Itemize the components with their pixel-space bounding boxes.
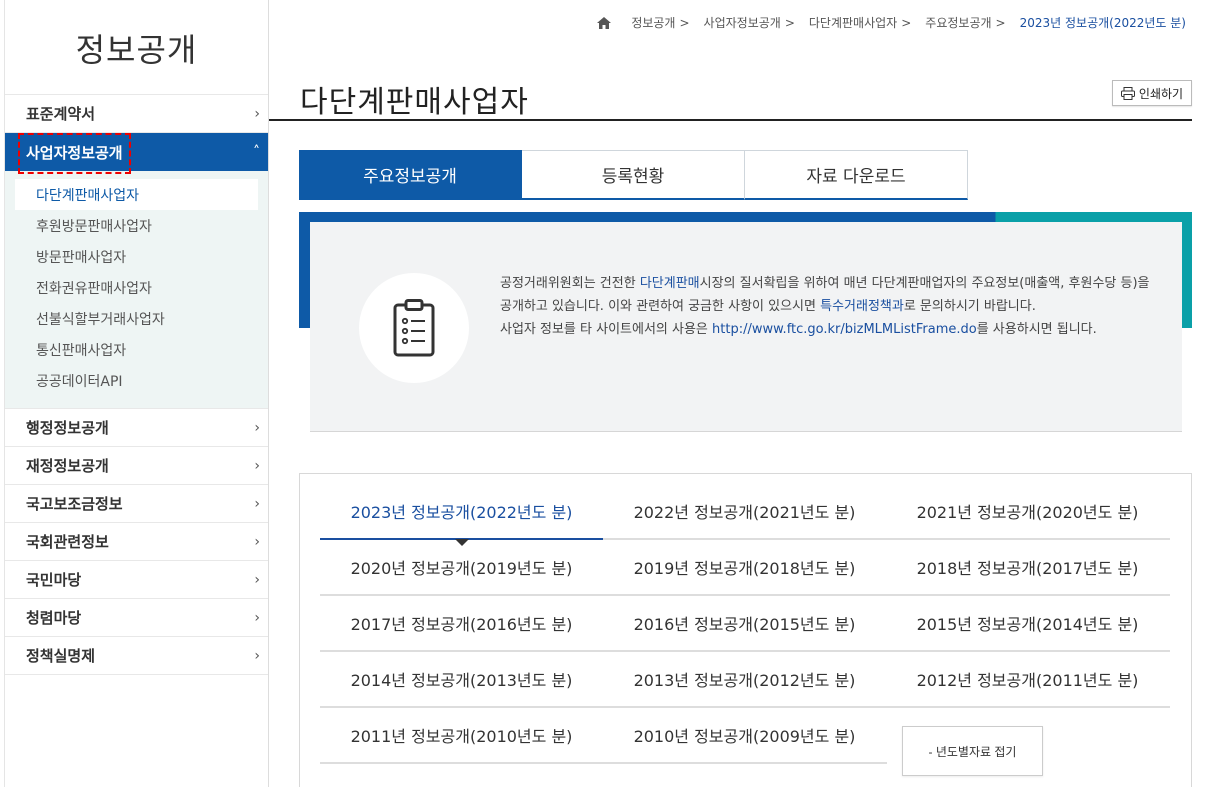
chevron-right-icon: › [254, 105, 260, 122]
chevron-right-icon: › [254, 419, 260, 436]
submenu-item-prepaid-installment[interactable]: 선불식할부거래사업자 [15, 303, 258, 334]
breadcrumb-current: 2023년 정보공개(2022년도 분) [1019, 16, 1186, 30]
year-panel: 2023년 정보공개(2022년도 분) 2022년 정보공개(2021년도 분… [299, 473, 1192, 787]
year-row: 2017년 정보공개(2016년도 분) 2016년 정보공개(2015년도 분… [320, 596, 1170, 652]
year-item-2022[interactable]: 2022년 정보공개(2021년도 분) [603, 484, 886, 538]
print-button[interactable]: 인쇄하기 [1112, 80, 1192, 106]
year-item-2014[interactable]: 2014년 정보공개(2013년도 분) [320, 652, 603, 706]
chevron-right-icon: › [254, 533, 260, 550]
home-icon[interactable] [597, 16, 612, 29]
print-label: 인쇄하기 [1138, 86, 1184, 101]
page-title: 다단계판매사업자 [300, 85, 529, 120]
year-row: 2020년 정보공개(2019년도 분) 2019년 정보공개(2018년도 분… [320, 540, 1170, 596]
year-item-2016[interactable]: 2016년 정보공개(2015년도 분) [603, 596, 886, 650]
submenu-item-telemarketing[interactable]: 전화권유판매사업자 [15, 272, 258, 303]
sidebar-item-standard-contract[interactable]: 표준계약서 › [5, 95, 268, 133]
info-box: 공정거래위원회는 건전한 다단계판매시장의 질서확립을 위하여 매년 다단계판매… [310, 222, 1182, 432]
sidebar-item-business-info[interactable]: 사업자정보공개 ˄ [5, 132, 268, 174]
sidebar-item-assembly-info[interactable]: 국회관련정보 › [5, 523, 268, 561]
clipboard-icon [393, 299, 435, 357]
chevron-right-icon: › [254, 495, 260, 512]
year-item-2020[interactable]: 2020년 정보공개(2019년도 분) [320, 540, 603, 594]
chevron-right-icon: › [254, 609, 260, 626]
year-item-2010[interactable]: 2010년 정보공개(2009년도 분) [603, 708, 886, 762]
sidebar-item-admin-info[interactable]: 행정정보공개 › [5, 409, 268, 447]
info-paragraph-1: 공정거래위원회는 건전한 다단계판매시장의 질서확립을 위하여 매년 다단계판매… [500, 276, 1150, 314]
sidebar-item-subsidy-info[interactable]: 국고보조금정보 › [5, 485, 268, 523]
special-trade-dept-link[interactable]: 특수거래정책과 [820, 299, 904, 314]
sidebar-item-label: 국민마당 [26, 571, 82, 589]
submenu-item-mail-order[interactable]: 통신판매사업자 [15, 334, 258, 365]
printer-icon [1120, 86, 1135, 100]
sidebar: 정보공개 표준계약서 › 사업자정보공개 ˄ 다단계판매사업자 후원방문판매사업… [4, 0, 269, 787]
sidebar-item-label: 재정정보공개 [26, 457, 109, 475]
year-item-2021[interactable]: 2021년 정보공개(2020년도 분) [886, 484, 1169, 538]
year-item-2019[interactable]: 2019년 정보공개(2018년도 분) [603, 540, 886, 594]
sidebar-submenu: 다단계판매사업자 후원방문판매사업자 방문판매사업자 전화권유판매사업자 선불식… [5, 171, 268, 409]
breadcrumb-item[interactable]: 정보공개 > [631, 14, 689, 31]
sidebar-item-finance-info[interactable]: 재정정보공개 › [5, 447, 268, 485]
submenu-item-public-data-api[interactable]: 공공데이터API [15, 365, 258, 396]
chevron-right-icon: › [254, 457, 260, 474]
sidebar-item-label: 정책실명제 [26, 647, 96, 665]
tab-data-download[interactable]: 자료 다운로드 [745, 150, 968, 200]
year-item-2018[interactable]: 2018년 정보공개(2017년도 분) [886, 540, 1169, 594]
year-item-2013[interactable]: 2013년 정보공개(2012년도 분) [603, 652, 886, 706]
fold-years-button[interactable]: - 년도별자료 접기 [902, 726, 1043, 776]
sidebar-item-label: 표준계약서 [26, 105, 96, 123]
submenu-item-door-to-door[interactable]: 방문판매사업자 [15, 241, 258, 272]
info-icon-circle [359, 273, 469, 383]
tab-registration-status[interactable]: 등록현황 [522, 150, 745, 200]
breadcrumb-item[interactable]: 사업자정보공개 > [704, 14, 795, 31]
ftc-url-link[interactable]: http://www.ftc.go.kr/bizMLMListFrame.do [712, 322, 977, 337]
tab-main-info[interactable]: 주요정보공개 [299, 150, 522, 200]
year-item-2011[interactable]: 2011년 정보공개(2010년도 분) [320, 708, 603, 762]
year-row: 2014년 정보공개(2013년도 분) 2013년 정보공개(2012년도 분… [320, 652, 1170, 708]
chevron-right-icon: › [254, 571, 260, 588]
sidebar-item-label: 국고보조금정보 [26, 495, 123, 513]
mlm-link[interactable]: 다단계판매 [640, 276, 700, 291]
breadcrumb: 정보공개 > 사업자정보공개 > 다단계판매사업자 > 주요정보공개 > 2023년 정… [597, 14, 1186, 31]
info-text: 공정거래위원회는 건전한 다단계판매시장의 질서확립을 위하여 매년 다단계판매… [500, 272, 1160, 341]
chevron-right-icon: › [254, 647, 260, 664]
content-tabs: 주요정보공개 등록현황 자료 다운로드 [299, 150, 968, 200]
breadcrumb-item[interactable]: 주요정보공개 > [925, 14, 1005, 31]
sidebar-item-label: 행정정보공개 [26, 419, 109, 437]
sidebar-item-policy-name[interactable]: 정책실명제 › [5, 637, 268, 675]
submenu-item-sponsored-visit[interactable]: 후원방문판매사업자 [15, 210, 258, 241]
title-divider [269, 119, 1192, 121]
submenu-item-mlm[interactable]: 다단계판매사업자 [15, 179, 258, 210]
year-item-2023[interactable]: 2023년 정보공개(2022년도 분) [320, 484, 603, 546]
sidebar-item-citizen[interactable]: 국민마당 › [5, 561, 268, 599]
year-row: 2011년 정보공개(2010년도 분) 2010년 정보공개(2009년도 분… [320, 708, 887, 764]
sidebar-title: 정보공개 [5, 0, 268, 95]
year-item-2017[interactable]: 2017년 정보공개(2016년도 분) [320, 596, 603, 650]
sidebar-item-integrity[interactable]: 청렴마당 › [5, 599, 268, 637]
sidebar-item-label: 사업자정보공개 [18, 132, 131, 174]
info-paragraph-2: 사업자 정보를 타 사이트에서의 사용은 http://www.ftc.go.k… [500, 322, 1097, 337]
year-row: 2023년 정보공개(2022년도 분) 2022년 정보공개(2021년도 분… [320, 484, 1170, 546]
sidebar-item-label: 국회관련정보 [26, 533, 109, 551]
breadcrumb-item[interactable]: 다단계판매사업자 > [809, 14, 911, 31]
year-item-2012[interactable]: 2012년 정보공개(2011년도 분) [886, 652, 1169, 706]
sidebar-item-label: 청렴마당 [26, 609, 82, 627]
year-item-2015[interactable]: 2015년 정보공개(2014년도 분) [886, 596, 1169, 650]
chevron-up-icon: ˄ [253, 144, 260, 160]
